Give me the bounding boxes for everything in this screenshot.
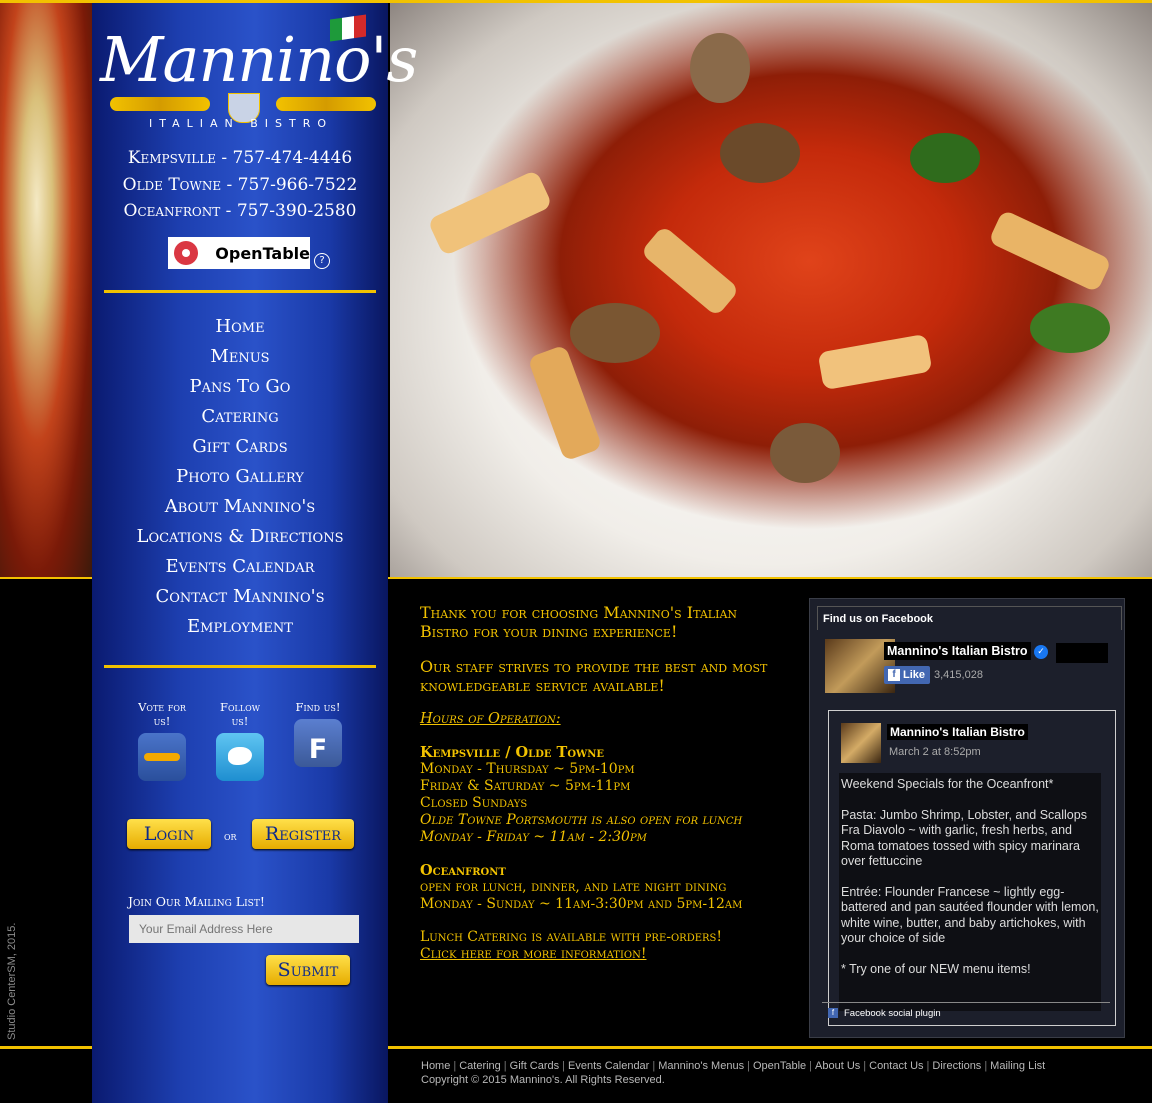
login-button[interactable]: Login	[127, 819, 211, 849]
location-olde-towne: Olde Towne - 757-966-7522	[122, 174, 358, 195]
divider	[104, 290, 376, 293]
post-line: Pasta: Jumbo Shrimp, Lobster, and Scallo…	[841, 807, 1087, 869]
divider	[822, 1002, 1110, 1003]
thank-you-text: Thank you for choosing Mannino's Italian…	[420, 603, 738, 641]
follow-label: Follow us!	[220, 700, 260, 728]
mannino-logo[interactable]: Mannino's ITALIAN BISTRO	[100, 13, 418, 131]
vote-label: Vote for us!	[138, 700, 186, 728]
staff-text: Our staff strives to provide the best an…	[420, 657, 768, 695]
opentable-button[interactable]: OpenTable	[168, 237, 310, 269]
footer-link-about[interactable]: About Us	[815, 1060, 860, 1072]
location-kempsville: Kempsville - 757-474-4446	[127, 148, 353, 168]
mailing-list-label: Join Our Mailing List!	[128, 894, 265, 909]
nav-catering[interactable]: Catering	[92, 402, 388, 432]
footer-link-opentable[interactable]: OpenTable	[753, 1060, 806, 1072]
ornament-left-icon	[110, 97, 210, 111]
facebook-redacted-block	[1056, 643, 1108, 663]
catering-link[interactable]: Click here for more information!	[420, 946, 782, 963]
copyright: Copyright © 2015 Mannino's. All Rights R…	[421, 1074, 665, 1086]
kempsville-hours-2: Friday & Saturday ~ 5pm-11pm	[420, 778, 631, 794]
hero-image-left	[0, 3, 92, 577]
nav-events-calendar[interactable]: Events Calendar	[92, 552, 388, 582]
nav-photo-gallery[interactable]: Photo Gallery	[92, 462, 388, 492]
oceanfront-hours-2: Monday - Sunday ~ 11am-3:30pm and 5pm-12…	[420, 896, 743, 912]
facebook-post: Mannino's Italian Bistro March 2 at 8:52…	[828, 710, 1116, 1026]
opentable-logo-icon	[172, 241, 199, 265]
portsmouth-lunch-note: Olde Towne Portsmouth is also open for l…	[420, 812, 743, 845]
footer-link-contact[interactable]: Contact Us	[869, 1060, 923, 1072]
kempsville-hours-1: Monday - Thursday ~ 5pm-10pm	[420, 761, 635, 777]
facebook-icon: f	[828, 1008, 838, 1019]
main-nav: Home Menus Pans To Go Catering Gift Card…	[92, 312, 388, 642]
or-label: or	[224, 829, 237, 843]
logo-wordmark: Mannino's	[100, 23, 418, 96]
sidebar: Mannino's ITALIAN BISTRO Kempsville - 75…	[92, 3, 418, 1103]
footer-link-events[interactable]: Events Calendar	[568, 1060, 649, 1072]
facebook-icon: f	[888, 669, 900, 681]
footer-link-directions[interactable]: Directions	[932, 1060, 981, 1072]
nav-contact[interactable]: Contact Mannino's	[92, 582, 388, 612]
footer-link-gift-cards[interactable]: Gift Cards	[510, 1060, 560, 1072]
nav-locations[interactable]: Locations & Directions	[92, 522, 388, 552]
nav-pans-to-go[interactable]: Pans To Go	[92, 372, 388, 402]
help-icon[interactable]: ?	[314, 253, 330, 269]
facebook-page-name[interactable]: Mannino's Italian Bistro	[884, 642, 1031, 660]
oceanfront-hours-1: open for lunch, dinner, and late night d…	[420, 879, 727, 895]
post-line: * Try one of our NEW menu items!	[841, 961, 1031, 976]
footer-link-home[interactable]: Home	[421, 1060, 450, 1072]
catering-note: Lunch Catering is available with pre-ord…	[420, 929, 723, 945]
find-social: Find us! f	[288, 700, 348, 767]
register-button[interactable]: Register	[252, 819, 354, 849]
post-author-name[interactable]: Mannino's Italian Bistro	[887, 724, 1028, 740]
location-oceanfront: Oceanfront - 757-390-2580	[123, 201, 357, 221]
facebook-widget-heading: Find us on Facebook	[817, 606, 1122, 630]
logo-subtitle: ITALIAN BISTRO	[148, 117, 334, 130]
kempsville-heading: Kempsville / Olde Towne	[420, 744, 605, 761]
like-label: Like	[903, 669, 926, 681]
post-body: Weekend Specials for the Oceanfront* Pas…	[839, 773, 1101, 1011]
facebook-widget: Find us on Facebook Mannino's Italian Bi…	[809, 598, 1125, 1038]
facebook-like-button[interactable]: f Like	[884, 666, 930, 684]
post-line: Entrée: Flounder Francese ~ lightly egg-…	[841, 884, 1099, 946]
facebook-icon[interactable]: f	[294, 719, 342, 767]
nav-home[interactable]: Home	[92, 312, 388, 342]
find-label: Find us!	[295, 700, 341, 714]
oceanfront-heading: Oceanfront	[420, 862, 506, 879]
twitter-icon[interactable]	[216, 733, 264, 781]
nav-employment[interactable]: Employment	[92, 612, 388, 642]
footer-link-catering[interactable]: Catering	[459, 1060, 501, 1072]
location-phone-list: Kempsville - 757-474-4446 Olde Towne - 7…	[92, 145, 388, 225]
facebook-plugin-footer[interactable]: f Facebook social plugin	[828, 1008, 941, 1019]
post-line: Weekend Specials for the Oceanfront*	[841, 777, 1054, 791]
studio-credit: Studio CenterSM, 2015.	[6, 922, 18, 1040]
footer-link-mailing-list[interactable]: Mailing List	[990, 1060, 1045, 1072]
nav-gift-cards[interactable]: Gift Cards	[92, 432, 388, 462]
vote-social: Vote for us!	[132, 700, 192, 781]
kempsville-hours-3: Closed Sundays	[420, 795, 528, 811]
nav-about[interactable]: About Mannino's	[92, 492, 388, 522]
top-gold-line	[0, 0, 1152, 3]
footer-nav: Home | Catering | Gift Cards | Events Calendar…	[421, 1060, 1046, 1072]
plugin-label: Facebook social plugin	[844, 1008, 941, 1019]
follow-social: Follow us!	[210, 700, 270, 781]
hero-pasta-image	[390, 3, 1152, 577]
opentable-label: OpenTable	[215, 243, 310, 263]
hours-heading: Hours of Operation:	[420, 711, 561, 727]
nav-menus[interactable]: Menus	[92, 342, 388, 372]
ornament-right-icon	[276, 97, 376, 111]
urbanspoon-icon[interactable]	[138, 733, 186, 781]
post-date[interactable]: March 2 at 8:52pm	[889, 746, 981, 758]
post-author-avatar[interactable]	[841, 723, 881, 763]
email-field[interactable]	[129, 915, 359, 943]
footer: Home | Catering | Gift Cards | Events Calendar…	[421, 1059, 1045, 1087]
verified-badge-icon: ✓	[1034, 645, 1048, 659]
divider	[104, 665, 376, 668]
main-content: Thank you for choosing Mannino's Italian…	[420, 603, 782, 963]
like-count: 3,415,028	[934, 669, 983, 681]
footer-link-menus[interactable]: Mannino's Menus	[658, 1060, 744, 1072]
submit-button[interactable]: Submit	[266, 955, 350, 985]
